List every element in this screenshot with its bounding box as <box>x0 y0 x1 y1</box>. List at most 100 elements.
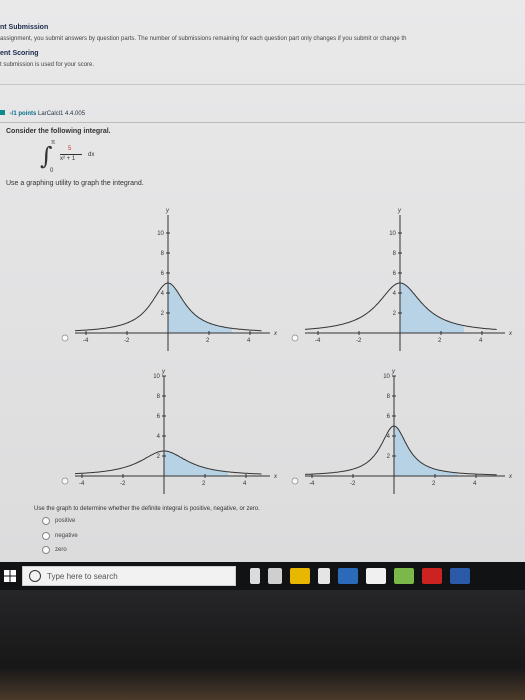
graph-select-radio[interactable] <box>61 477 69 485</box>
y-tick-label: 8 <box>157 394 161 400</box>
y-tick-label: 2 <box>387 454 391 460</box>
taskbar-search-box[interactable]: Type here to search <box>22 566 236 586</box>
graph-select-radio[interactable] <box>291 334 299 342</box>
x-tick-label: 4 <box>247 338 251 344</box>
windows-logo-icon <box>4 570 16 582</box>
scoring-title: ent Scoring <box>0 50 39 57</box>
browser-page: nt Submission assignment, you submit ans… <box>0 0 525 562</box>
integral-upper-bound: π <box>51 140 56 146</box>
x-tick-label: -4 <box>309 481 315 487</box>
graph-option-4: -4 -2 2 4 2 4 6 8 10 x y <box>291 369 513 494</box>
y-tick-label: 8 <box>393 251 397 257</box>
y-tick-label: 2 <box>393 311 397 317</box>
y-tick-label: 6 <box>157 414 161 420</box>
y-tick-label: 10 <box>153 374 160 380</box>
question-prompt: Consider the following integral. <box>6 128 111 135</box>
y-tick-label: 10 <box>389 231 396 237</box>
y-tick-label: 8 <box>387 394 391 400</box>
shaded-area <box>400 283 465 333</box>
submission-title: nt Submission <box>0 24 49 31</box>
y-tick-label: 4 <box>393 291 397 297</box>
y-tick-label: 4 <box>157 434 161 440</box>
y-tick-label: 6 <box>161 271 165 277</box>
submission-text: assignment, you submit answers by questi… <box>0 36 407 42</box>
choice-label: negative <box>55 532 78 539</box>
integrand-denominator: x² + 1 <box>60 156 76 162</box>
choice-negative[interactable]: negative <box>42 531 78 540</box>
x-tick-label: -2 <box>120 481 126 487</box>
radio-button[interactable] <box>42 545 50 554</box>
mail-app-icon[interactable] <box>366 568 386 584</box>
amazon-app-icon[interactable] <box>318 568 330 584</box>
x-tick-label: 2 <box>202 481 206 487</box>
x-tick-label: -2 <box>356 338 362 344</box>
x-tick-label: -4 <box>83 338 89 344</box>
radio-button[interactable] <box>42 516 50 525</box>
word-app-icon[interactable] <box>450 568 470 584</box>
graph-select-radio[interactable] <box>291 477 299 485</box>
search-icon <box>29 570 41 582</box>
netflix-app-icon[interactable] <box>422 568 442 584</box>
y-axis-label: y <box>165 208 170 214</box>
choice-positive[interactable]: positive <box>42 516 75 525</box>
edge-browser-icon[interactable] <box>338 568 358 584</box>
shaded-area <box>394 426 459 476</box>
x-axis-label: x <box>508 331 513 337</box>
graph-select-radio[interactable] <box>61 334 69 342</box>
integral-expression: ∫ π 0 5 x² + 1 dx <box>40 140 120 178</box>
y-tick-label: 4 <box>161 291 165 297</box>
integrand-numerator: 5 <box>68 146 72 152</box>
x-tick-label: 4 <box>473 481 477 487</box>
y-tick-label: 4 <box>387 434 391 440</box>
section-divider <box>0 84 525 85</box>
scoring-text: t submission is used for your score. <box>0 62 95 68</box>
y-tick-label: 6 <box>393 271 397 277</box>
question-header: -/1 points LarCalcl1 4.4.005 <box>0 110 85 117</box>
sign-question: Use the graph to determine whether the d… <box>34 506 260 512</box>
x-tick-label: -4 <box>79 481 85 487</box>
task-view-icon[interactable] <box>268 568 282 584</box>
choice-label: positive <box>55 517 76 524</box>
y-tick-label: 2 <box>161 311 165 317</box>
x-tick-label: 2 <box>438 338 442 344</box>
graph-option-1: -4 -2 2 4246810xy <box>61 208 278 351</box>
graph-option-2: -4 -2 2 4 2 4 6 8 10 x y <box>291 208 513 351</box>
calendar-app-icon[interactable] <box>290 568 310 584</box>
integral-sign-icon: ∫ <box>40 142 53 170</box>
y-axis-label: y <box>391 369 396 375</box>
x-tick-label: -2 <box>124 338 130 344</box>
x-tick-label: 4 <box>243 481 247 487</box>
y-axis-label: y <box>397 208 402 214</box>
y-tick-label: 8 <box>161 251 165 257</box>
x-axis-label: x <box>508 474 513 480</box>
fraction-bar <box>60 154 82 155</box>
start-button[interactable] <box>0 562 20 590</box>
laptop-bezel <box>0 590 525 700</box>
x-tick-label: -4 <box>315 338 321 344</box>
radio-button[interactable] <box>42 531 50 540</box>
choice-zero[interactable]: zero <box>42 545 67 554</box>
question-divider <box>0 122 525 123</box>
question-points: -/1 points <box>9 111 37 117</box>
question-source[interactable]: LarCalcl1 4.4.005 <box>38 111 85 117</box>
y-tick-label: 6 <box>387 414 391 420</box>
y-tick-label: 10 <box>157 231 164 237</box>
shaded-area <box>168 283 233 333</box>
shaded-area <box>164 451 229 476</box>
expand-icon[interactable] <box>0 110 5 115</box>
x-tick-label: 4 <box>479 338 483 344</box>
maps-app-icon[interactable] <box>394 568 414 584</box>
graph-instruction: Use a graphing utility to graph the inte… <box>6 180 144 187</box>
microphone-icon[interactable] <box>250 568 260 584</box>
graph-option-3: -4 -2 2 4246810xy <box>61 369 278 494</box>
y-axis-label: y <box>161 369 166 375</box>
search-placeholder: Type here to search <box>47 571 118 581</box>
windows-taskbar: Type here to search <box>0 562 525 590</box>
choice-label: zero <box>55 546 67 553</box>
y-tick-label: 2 <box>157 454 161 460</box>
x-tick-label: -2 <box>350 481 356 487</box>
integral-differential: dx <box>88 152 95 158</box>
y-tick-label: 10 <box>383 374 390 380</box>
integral-lower-bound: 0 <box>50 168 54 174</box>
x-tick-label: 2 <box>432 481 436 487</box>
